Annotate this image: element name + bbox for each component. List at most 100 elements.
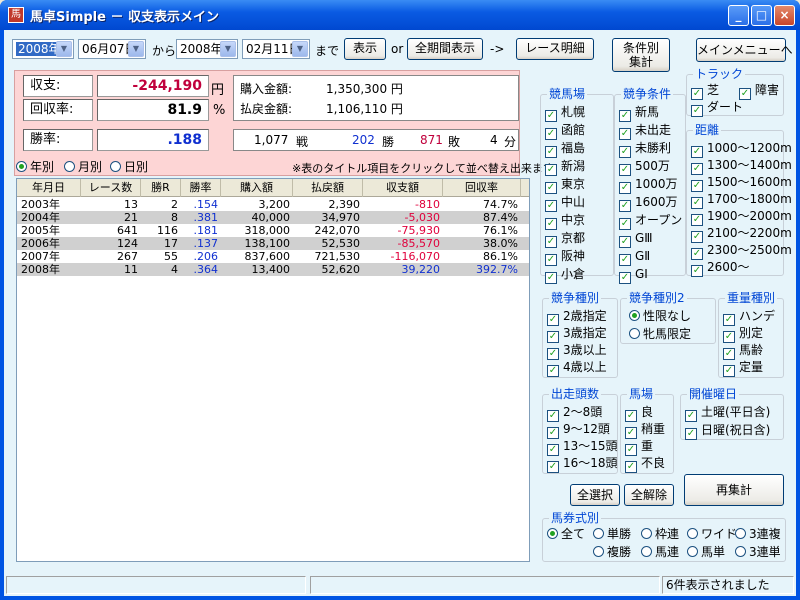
date-from-select[interactable]: 06月07日 ▼	[78, 39, 146, 59]
track-checkbox-dirt[interactable]: ✓ ダート	[691, 100, 743, 117]
table-row[interactable]: 2008年 11 4 .364 13,400 52,620 39,220 392.7%	[17, 263, 529, 276]
keibajo-checkbox[interactable]: ✓ 東京	[545, 177, 585, 194]
maximize-button[interactable]: □	[751, 5, 772, 26]
table-row[interactable]: 2007年 267 55 .206 837,600 721,530 -116,070 86.1…	[17, 250, 529, 263]
keibajo-checkbox[interactable]: ✓ 中山	[545, 195, 585, 212]
baken-radio-all[interactable]: 全て	[547, 527, 585, 541]
joken-checkbox[interactable]: ✓ 未出走	[619, 123, 671, 140]
keibajo-checkbox[interactable]: ✓ 福島	[545, 141, 585, 158]
keibajo-checkbox[interactable]: ✓ 阪神	[545, 249, 585, 266]
keibajo-checkbox[interactable]: ✓ 新潟	[545, 159, 585, 176]
kyori-checkbox[interactable]: ✓ 1900～2000m	[691, 209, 792, 226]
shubetsu-checkbox[interactable]: ✓ 2歳指定	[547, 309, 607, 326]
keibajo-checkbox[interactable]: ✓ 函館	[545, 123, 585, 140]
clear-all-button[interactable]: 全解除	[624, 484, 674, 506]
keibajo-checkbox[interactable]: ✓ 京都	[545, 231, 585, 248]
joken-checkbox[interactable]: ✓ 未勝利	[619, 141, 671, 158]
juryo-checkbox[interactable]: ✓ 定量	[723, 360, 763, 377]
baken-radio-trio[interactable]: 3連複	[735, 527, 781, 541]
baken-radio-trifecta[interactable]: 3連単	[735, 545, 781, 559]
main-menu-button[interactable]: メインメニューへ	[696, 38, 793, 62]
col-header-refund[interactable]: 払戻額	[293, 179, 363, 197]
tosu-checkbox[interactable]: ✓ 16～18頭	[547, 456, 618, 473]
joken-checkbox[interactable]: ✓ GⅠ	[619, 267, 648, 284]
baken-radio-place[interactable]: 複勝	[593, 545, 631, 559]
shubetsu-checkbox[interactable]: ✓ 3歳以上	[547, 343, 607, 360]
juryo-checkbox[interactable]: ✓ ハンデ	[723, 309, 775, 326]
tosu-checkbox[interactable]: ✓ 13～15頭	[547, 439, 618, 456]
table-row[interactable]: 2003年 13 2 .154 3,200 2,390 -810 74.7%	[17, 198, 529, 211]
col-header-races[interactable]: レース数	[81, 179, 141, 197]
table-row[interactable]: 2005年 641 116 .181 318,000 242,070 -75,930 76.1…	[17, 224, 529, 237]
close-button[interactable]: ×	[774, 5, 795, 26]
select-all-button[interactable]: 全選択	[570, 484, 620, 506]
shubetsu-checkbox[interactable]: ✓ 3歳指定	[547, 326, 607, 343]
table-cell: 2	[171, 198, 178, 211]
baken-radio-wide[interactable]: ワイド	[687, 527, 737, 541]
kyori-checkbox[interactable]: ✓ 1300～1400m	[691, 158, 792, 175]
keibajo-checkbox[interactable]: ✓ 中京	[545, 213, 585, 230]
baken-radio-exacta[interactable]: 馬単	[687, 545, 725, 559]
col-header-recovery[interactable]: 回収率	[443, 179, 521, 197]
period-monthly-radio[interactable]: 月別	[64, 158, 102, 175]
joken-checkbox[interactable]: ✓ 新馬	[619, 105, 659, 122]
kyori-checkbox[interactable]: ✓ 2300～2500m	[691, 243, 792, 260]
youbi-checkbox-sat[interactable]: ✓ 土曜(平日含)	[685, 405, 770, 422]
check-icon: ✓	[545, 200, 557, 212]
joken-checkbox[interactable]: ✓ 1600万	[619, 195, 678, 212]
col-header-buy[interactable]: 購入額	[221, 179, 293, 197]
kyori-checkbox[interactable]: ✓ 1500～1600m	[691, 175, 792, 192]
baken-radio-bracket[interactable]: 枠連	[641, 527, 679, 541]
shubetsu2-radio-none[interactable]: 性限なし	[629, 309, 691, 323]
keibajo-item-label: 東京	[561, 177, 586, 191]
col-header-wins[interactable]: 勝R	[141, 179, 181, 197]
youbi-checkbox-sun[interactable]: ✓ 日曜(祝日含)	[685, 423, 770, 440]
check-icon: ✓	[691, 163, 703, 175]
keibajo-checkbox[interactable]: ✓ 小倉	[545, 267, 585, 284]
table-row[interactable]: 2004年 21 8 .381 40,000 34,970 -5,030 87.4%	[17, 211, 529, 224]
tosu-checkbox[interactable]: ✓ 9～12頭	[547, 422, 610, 439]
baken-radio-quinella[interactable]: 馬連	[641, 545, 679, 559]
kyori-checkbox[interactable]: ✓ 2600～	[691, 260, 750, 277]
year-to-select[interactable]: 2008年 ▼	[176, 39, 238, 59]
joken-checkbox[interactable]: ✓ 500万	[619, 159, 670, 176]
kyori-checkbox[interactable]: ✓ 2100～2200m	[691, 226, 792, 243]
joken-checkbox[interactable]: ✓ 1000万	[619, 177, 678, 194]
table-row[interactable]: 2006年 124 17 .137 138,100 52,530 -85,570 38.0%	[17, 237, 529, 250]
year-from-select[interactable]: 2008年 ▼	[12, 39, 74, 59]
joken-checkbox[interactable]: ✓ オープン	[619, 213, 682, 230]
condition-aggregate-button[interactable]: 条件別 集計	[612, 38, 670, 72]
baba-checkbox[interactable]: ✓ 不良	[625, 456, 665, 473]
period-daily-radio[interactable]: 日別	[110, 158, 148, 175]
baba-checkbox[interactable]: ✓ 良	[625, 405, 653, 422]
radio-on-icon	[547, 528, 558, 539]
kyori-checkbox[interactable]: ✓ 1700～1800m	[691, 192, 792, 209]
all-period-button[interactable]: 全期間表示	[407, 38, 483, 60]
joken-item-label: GⅠ	[635, 267, 648, 281]
period-yearly-radio[interactable]: 年別	[16, 158, 54, 175]
baken-radio-win[interactable]: 単勝	[593, 527, 631, 541]
col-header-winrate[interactable]: 勝率	[181, 179, 221, 197]
juryo-checkbox[interactable]: ✓ 馬齢	[723, 343, 763, 360]
track-checkbox-turf[interactable]: ✓ 芝	[691, 83, 719, 100]
baba-checkbox[interactable]: ✓ 重	[625, 439, 653, 456]
joken-checkbox[interactable]: ✓ GⅢ	[619, 231, 653, 248]
keibajo-checkbox[interactable]: ✓ 札幌	[545, 105, 585, 122]
tosu-checkbox[interactable]: ✓ 2～8頭	[547, 405, 602, 422]
track-checkbox-hurdle[interactable]: ✓ 障害	[739, 83, 779, 100]
date-to-select[interactable]: 02月11日 ▼	[242, 39, 310, 59]
check-icon: ✓	[619, 254, 631, 266]
col-header-date[interactable]: 年月日	[17, 179, 81, 197]
shubetsu2-radio-filly[interactable]: 牝馬限定	[629, 327, 691, 341]
col-header-balance[interactable]: 収支額	[363, 179, 443, 197]
baba-checkbox[interactable]: ✓ 稍重	[625, 422, 665, 439]
kyori-checkbox[interactable]: ✓ 1000～1200m	[691, 141, 792, 158]
minimize-button[interactable]: _	[728, 5, 749, 26]
race-detail-button[interactable]: レース明細	[516, 38, 594, 60]
reaggregate-button[interactable]: 再集計	[684, 474, 784, 506]
juryo-checkbox[interactable]: ✓ 別定	[723, 326, 763, 343]
results-table[interactable]: 年月日 レース数 勝R 勝率 購入額 払戻額 収支額 回収率 2003年 13 2.…	[16, 178, 530, 562]
shubetsu-checkbox[interactable]: ✓ 4歳以上	[547, 360, 607, 377]
joken-checkbox[interactable]: ✓ GⅡ	[619, 249, 650, 266]
show-button[interactable]: 表示	[344, 38, 386, 60]
